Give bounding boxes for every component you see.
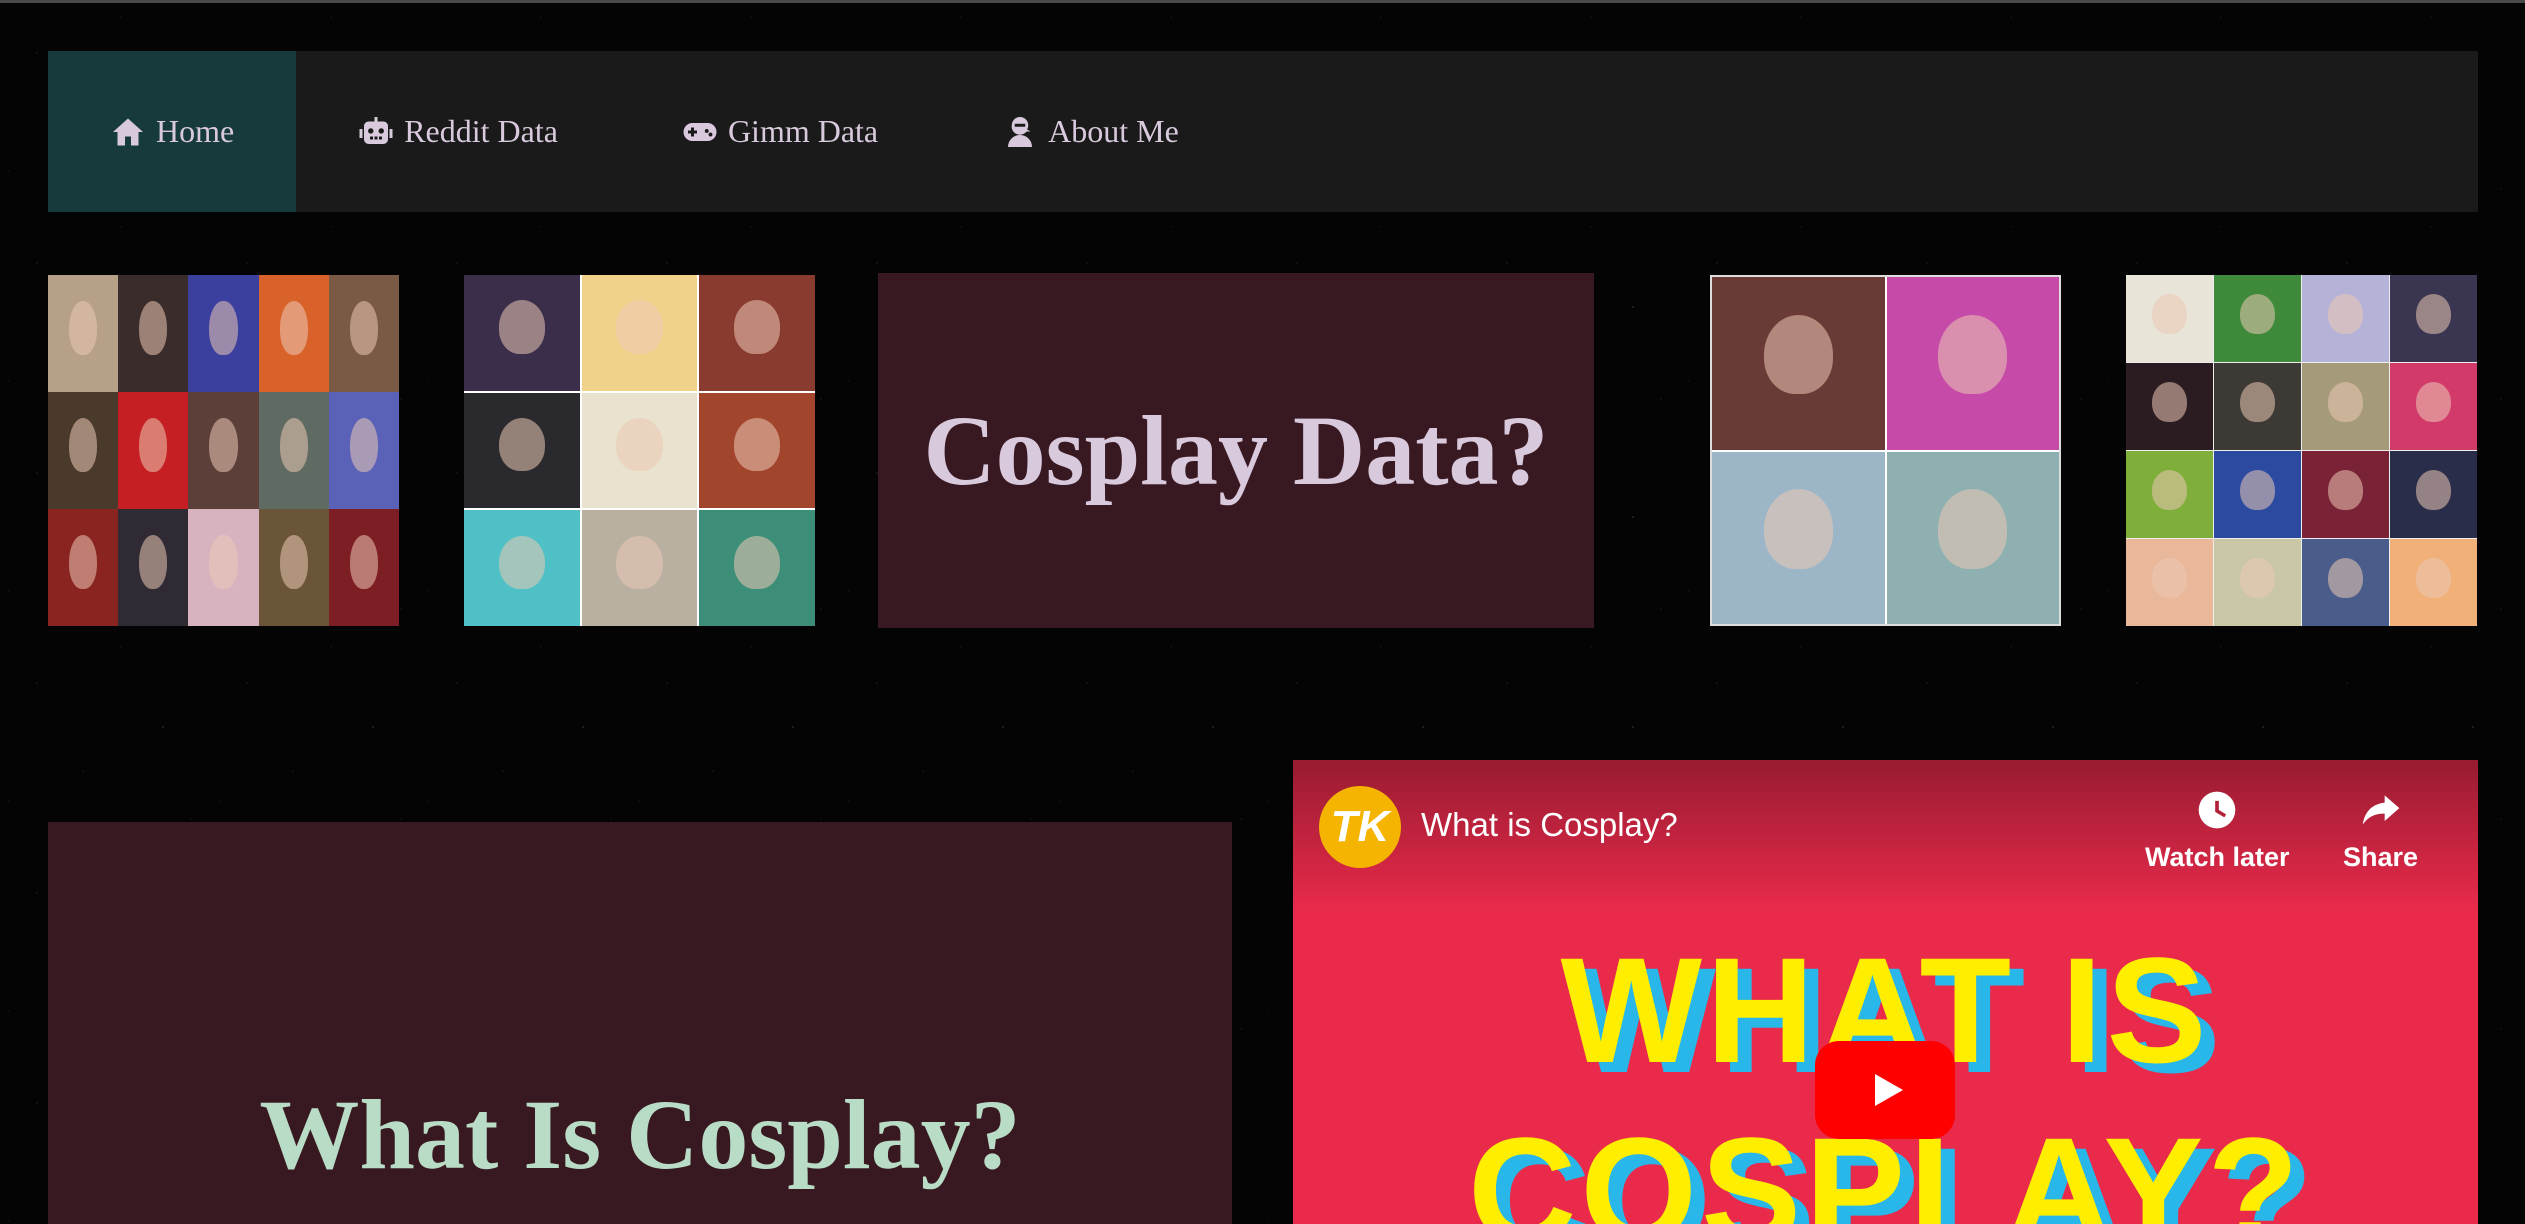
share-arrow-icon xyxy=(2362,795,2399,825)
collage-photo xyxy=(464,510,580,626)
collage-photo xyxy=(2126,539,2213,626)
cosplay-collage-image xyxy=(1710,275,2061,626)
collage-photo xyxy=(258,509,329,626)
what-is-cosplay-panel: What Is Cosplay? xyxy=(48,822,1232,1224)
nav-item-label: About Me xyxy=(1048,113,1179,149)
collage-photo xyxy=(2126,451,2213,538)
collage-photo xyxy=(581,392,698,509)
collage-photo xyxy=(188,392,259,509)
page: Home Reddit Data Gimm Data About Me Cosp… xyxy=(0,0,2525,1224)
collage-photo xyxy=(2214,275,2301,362)
collage-photo xyxy=(2390,539,2477,626)
collage-photo xyxy=(2214,539,2301,626)
collage-photo xyxy=(188,275,259,392)
play-icon xyxy=(1875,1074,1903,1106)
collage-photo xyxy=(328,275,399,392)
collage-photo xyxy=(328,392,399,509)
nav-item-reddit-data[interactable]: Reddit Data xyxy=(296,51,620,212)
collage-photo xyxy=(48,509,119,626)
video-title-link[interactable]: What is Cosplay? xyxy=(1421,806,1678,844)
nav-item-label: Reddit Data xyxy=(404,113,558,149)
collage-photo xyxy=(2302,275,2389,362)
cosplay-collage-image xyxy=(48,275,399,626)
user-ninja-icon xyxy=(1008,116,1033,147)
collage-photo xyxy=(2214,451,2301,538)
collage-photo xyxy=(2390,275,2477,362)
collage-photo xyxy=(118,392,189,509)
gamepad-icon xyxy=(683,122,717,141)
collage-photo xyxy=(699,392,815,509)
home-icon xyxy=(113,118,143,145)
collage-photo xyxy=(581,275,698,391)
collage-photo xyxy=(328,509,399,626)
play-button[interactable] xyxy=(1815,1041,1955,1139)
nav-item-home[interactable]: Home xyxy=(48,51,297,212)
collage-photo xyxy=(2126,363,2213,450)
collage-photo xyxy=(464,275,580,391)
collage-photo xyxy=(118,509,189,626)
collage-photo xyxy=(1712,277,1885,450)
collage-photo xyxy=(1886,451,2059,624)
collage-photo xyxy=(1886,277,2059,450)
youtube-video-embed[interactable]: WHAT IS COSPLAY? TK What is Cosplay? Wat… xyxy=(1293,760,2478,1224)
share-label: Share xyxy=(2343,842,2419,872)
collage-photo xyxy=(2302,451,2389,538)
hero-banner: Cosplay Data? xyxy=(878,273,1594,628)
collage-photo xyxy=(2302,539,2389,626)
collage-photo xyxy=(2126,275,2213,362)
cosplay-collage-image xyxy=(464,275,815,626)
main-nav: Home Reddit Data Gimm Data About Me xyxy=(48,51,2478,212)
watch-later-label: Watch later xyxy=(2145,842,2290,872)
collage-photo xyxy=(258,392,329,509)
collage-photo xyxy=(118,275,189,392)
hero-title: Cosplay Data? xyxy=(923,395,1549,506)
clock-icon xyxy=(2198,791,2236,829)
top-border xyxy=(0,0,2525,3)
collage-photo xyxy=(2302,363,2389,450)
collage-photo xyxy=(581,510,698,626)
collage-photo xyxy=(2390,451,2477,538)
share-button[interactable]: Share xyxy=(2343,788,2418,873)
collage-photo xyxy=(699,275,815,391)
collage-photo xyxy=(464,392,580,509)
collage-photo xyxy=(1712,451,1885,624)
nav-item-label: Gimm Data xyxy=(727,113,879,149)
collage-photo xyxy=(699,510,815,626)
collage-photo xyxy=(188,509,259,626)
collage-photo xyxy=(2214,363,2301,450)
nav-item-about-me[interactable]: About Me xyxy=(940,51,1241,212)
nav-item-label: Home xyxy=(156,113,235,149)
collage-photo xyxy=(2390,363,2477,450)
collage-photo xyxy=(48,392,119,509)
watch-later-button[interactable]: Watch later xyxy=(2145,788,2290,873)
robot-icon xyxy=(359,116,393,144)
collage-photo xyxy=(258,275,329,392)
section-title: What Is Cosplay? xyxy=(259,1079,1021,1190)
cosplay-collage-image xyxy=(2126,275,2477,626)
nav-item-gimm-data[interactable]: Gimm Data xyxy=(620,51,940,212)
channel-logo[interactable]: TK xyxy=(1319,786,1401,868)
collage-photo xyxy=(48,275,119,392)
